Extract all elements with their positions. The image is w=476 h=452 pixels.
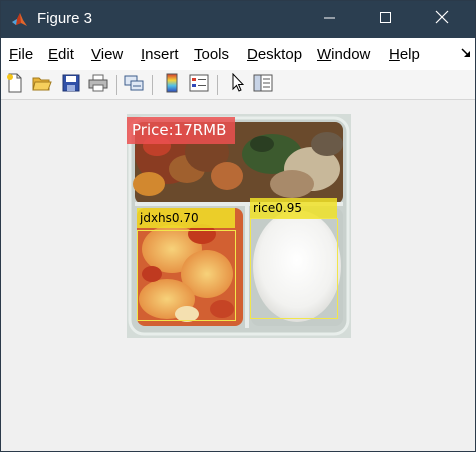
close-button[interactable] [419,1,465,38]
open-property-inspector-button[interactable] [252,74,274,96]
toolbar-separator [217,75,218,95]
menu-window[interactable]: Window [317,46,370,63]
insert-colorbar-button[interactable] [161,73,183,98]
insert-legend-icon [189,74,209,97]
title-bar[interactable]: Figure 3 [1,1,475,38]
minimize-button[interactable] [307,1,353,38]
figure-window: Figure 3 File Edit View Insert Tools Des… [0,0,476,452]
detection-label-rice: rice0.95 [250,198,337,218]
menu-edit[interactable]: Edit [48,46,74,63]
open-file-icon [32,74,52,97]
menu-tools[interactable]: Tools [194,46,229,63]
window-title: Figure 3 [37,10,93,27]
matlab-logo-icon [11,11,28,28]
open-property-inspector-icon [253,74,273,97]
link-plot-icon [124,74,144,97]
menu-help[interactable]: Help [389,46,420,63]
figure-canvas[interactable]: Price:17RMB jdxhs0.70 rice0.95 [1,101,475,451]
menu-file[interactable]: File [9,46,33,63]
save-figure-button[interactable] [60,74,82,96]
maximize-icon [380,11,392,29]
detection-box-jdxhs [137,230,236,321]
new-figure-icon [6,73,24,98]
menu-insert[interactable]: Insert [141,46,179,63]
price-label: Price:17RMB [127,117,235,144]
edit-plot-button[interactable] [226,72,248,98]
detection-label-jdxhs: jdxhs0.70 [137,208,235,228]
menu-bar: File Edit View Insert Tools Desktop Wind… [1,38,475,70]
maximize-button[interactable] [363,1,409,38]
new-figure-button[interactable] [4,73,26,98]
open-file-button[interactable] [31,74,53,96]
insert-legend-button[interactable] [188,74,210,96]
menu-view[interactable]: View [91,46,123,63]
minimize-icon [324,11,336,29]
link-plot-button[interactable] [123,74,145,96]
figure-toolbar [1,70,475,100]
insert-colorbar-icon [165,73,179,98]
print-figure-icon [88,74,108,97]
save-figure-icon [62,74,80,97]
close-icon [435,10,449,29]
detection-box-rice [250,218,338,319]
toolbar-separator [116,75,117,95]
menu-desktop[interactable]: Desktop [247,46,302,63]
edit-plot-icon [230,72,245,98]
print-figure-button[interactable] [87,74,109,96]
toolbar-separator [152,75,153,95]
dock-figure-icon[interactable] [460,46,472,58]
